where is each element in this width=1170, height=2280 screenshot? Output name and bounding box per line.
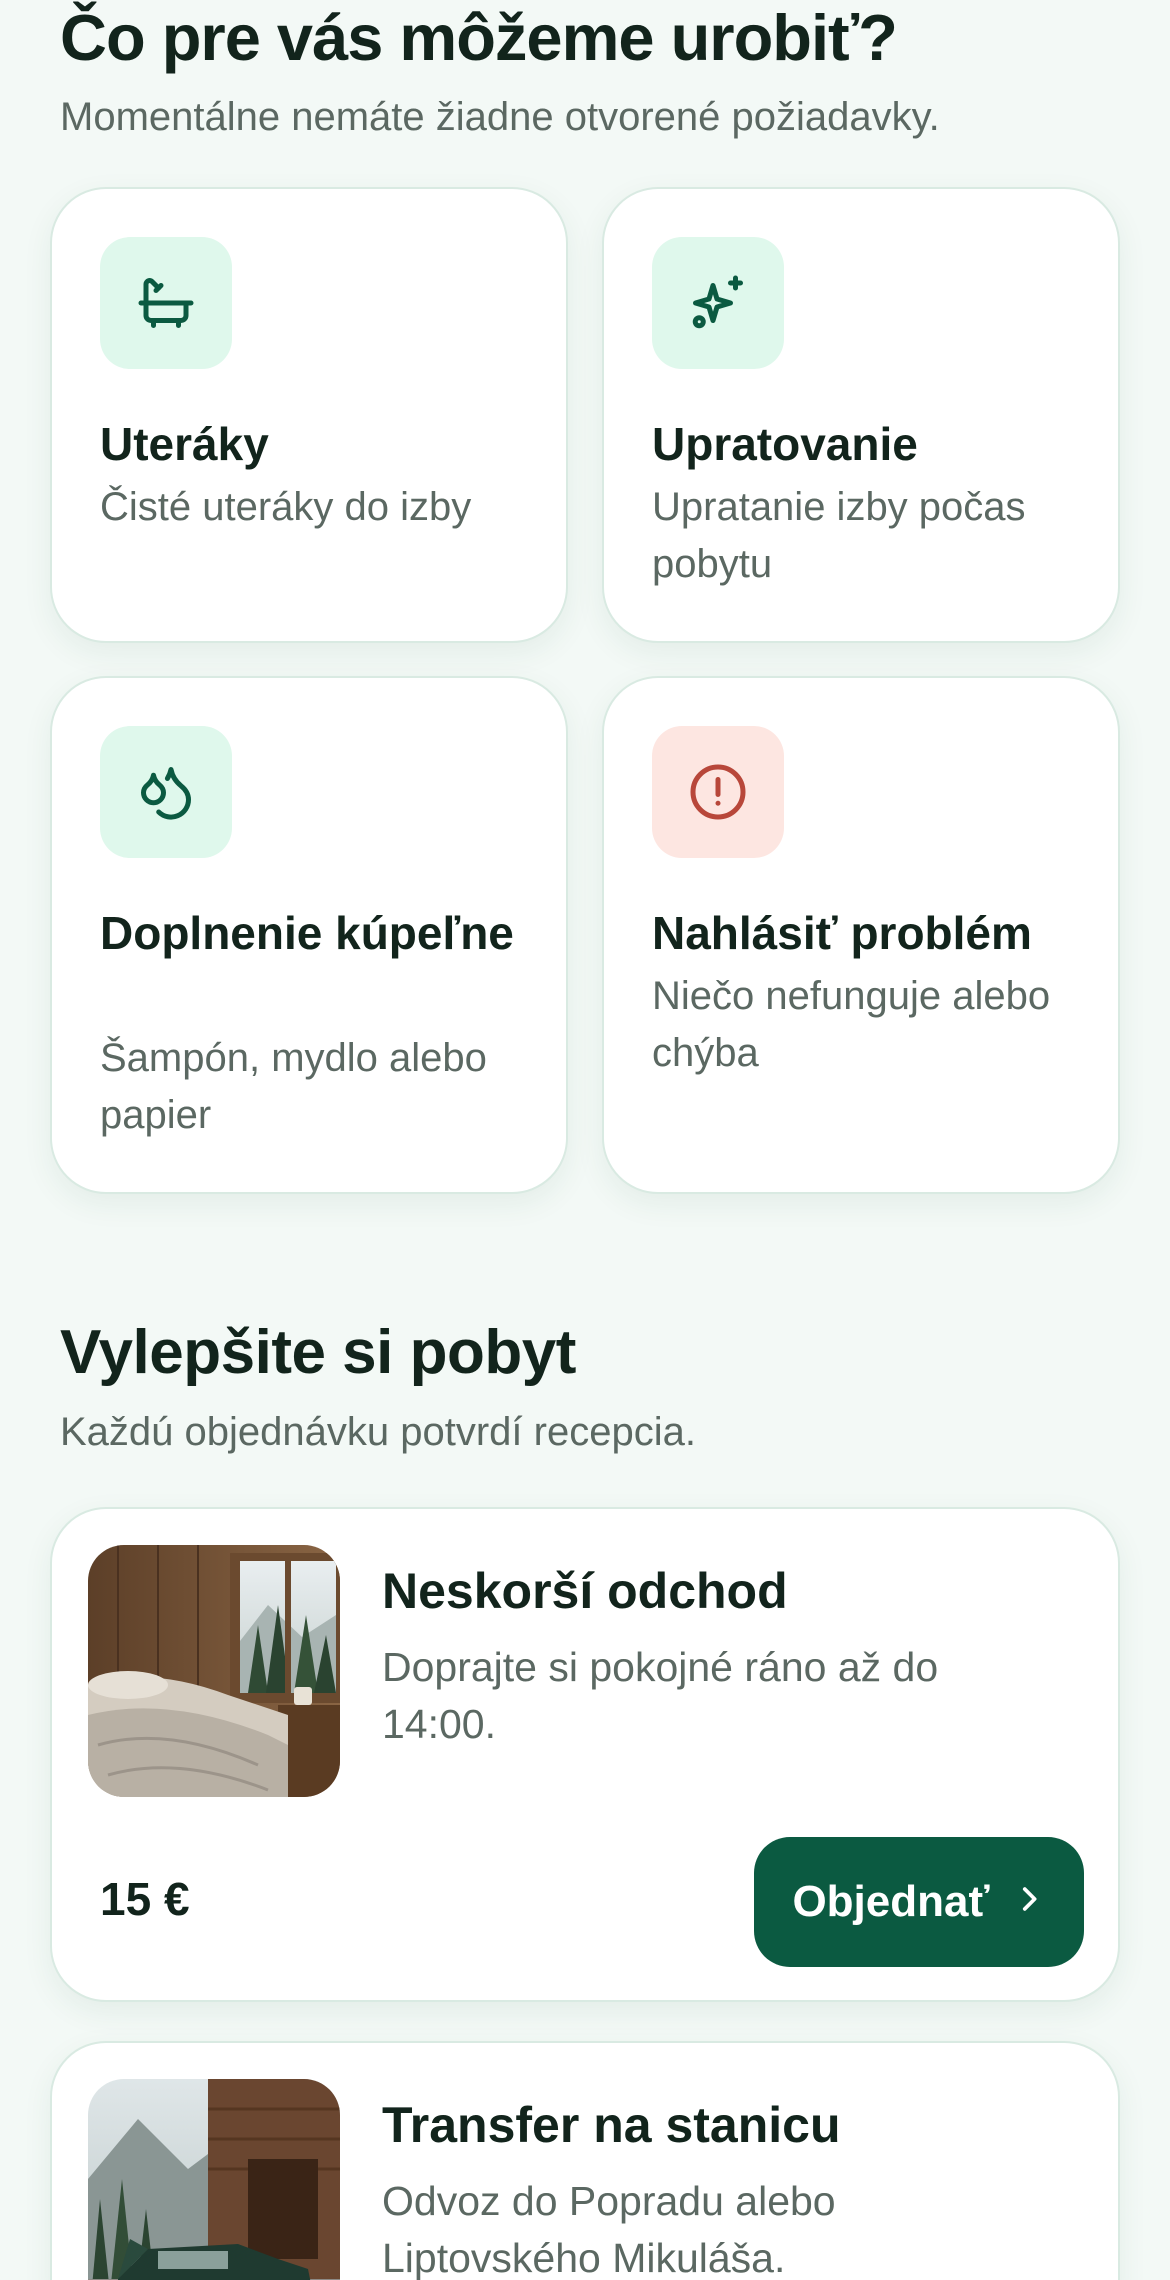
service-title: Nahlásiť problém <box>652 907 1032 959</box>
upgrades-subheading: Každú objednávku potvrdí recepcia. <box>60 1410 696 1454</box>
service-desc: Šampón, mydlo alebo papier <box>100 1036 487 1137</box>
order-button[interactable]: Objednať <box>754 1837 1084 1967</box>
car-image <box>88 2079 340 2280</box>
sparkles-icon <box>652 237 784 369</box>
services-subheading: Momentálne nemáte žiadne otvorené požiad… <box>60 95 940 139</box>
service-desc: Čisté uteráky do izby <box>100 485 472 529</box>
upgrade-title: Neskorší odchod <box>382 1563 788 1619</box>
service-title: Doplnenie kúpeľne <box>100 907 514 959</box>
chevron-right-icon <box>1012 1877 1046 1927</box>
bedroom-image <box>88 1545 340 1797</box>
service-card-cleaning[interactable]: Upratovanie Upratanie izby počas pobytu <box>602 187 1120 643</box>
upgrade-card-late-checkout: Neskorší odchod Doprajte si pokojné ráno… <box>50 1507 1120 2002</box>
service-title: Uteráky <box>100 418 269 470</box>
upgrade-desc: Doprajte si pokojné ráno až do 14:00. <box>382 1644 939 1747</box>
droplets-icon <box>100 726 232 858</box>
service-card-towels[interactable]: Uteráky Čisté uteráky do izby <box>50 187 568 643</box>
order-button-label: Objednať <box>792 1877 990 1926</box>
service-card-report-problem[interactable]: Nahlásiť problém Niečo nefunguje alebo c… <box>602 676 1120 1194</box>
upgrade-desc: Odvoz do Popradu alebo Liptovského Mikul… <box>382 2178 836 2280</box>
alert-circle-icon <box>652 726 784 858</box>
service-desc: Upratanie izby počas pobytu <box>652 485 1026 586</box>
upgrade-title: Transfer na stanicu <box>382 2097 841 2153</box>
upgrades-heading: Vylepšite si pobyt <box>60 1318 576 1387</box>
service-title: Upratovanie <box>652 418 918 470</box>
services-heading: Čo pre vás môžeme urobiť? <box>60 1 898 74</box>
page: Čo pre vás môžeme urobiť? Momentálne nem… <box>0 0 1170 2280</box>
upgrade-price: 15 € <box>100 1873 190 1925</box>
service-card-bathroom-refill[interactable]: Doplnenie kúpeľne Šampón, mydlo alebo pa… <box>50 676 568 1194</box>
bathtub-icon <box>100 237 232 369</box>
service-desc: Niečo nefunguje alebo chýba <box>652 974 1051 1075</box>
upgrade-card-station-transfer: Transfer na stanicu Odvoz do Popradu ale… <box>50 2041 1120 2280</box>
